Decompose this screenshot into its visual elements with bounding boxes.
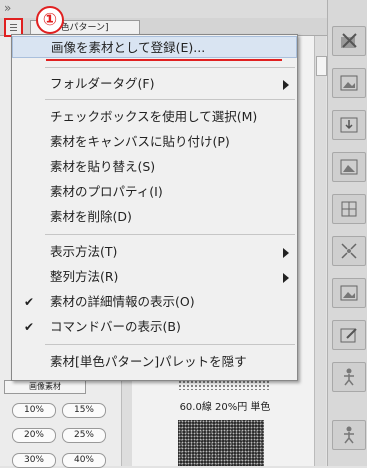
image-icon[interactable] <box>332 152 366 182</box>
menu-item-replace[interactable]: 素材を貼り替え(S) <box>12 156 297 178</box>
preview-caption: 60.0線 20%円 単色 <box>179 402 271 413</box>
menu-item-properties[interactable]: 素材のプロパティ(I) <box>12 181 297 203</box>
menu-lines-icon <box>10 24 17 25</box>
menu-item-label: 表示方法(T) <box>50 244 118 259</box>
submenu-arrow-icon <box>283 248 289 258</box>
menu-item-label: チェックボックスを使用して選択(M) <box>50 109 258 124</box>
pill-20[interactable]: 20% <box>12 428 56 443</box>
pattern-preview[interactable] <box>178 420 264 466</box>
preview-scrollbar[interactable] <box>314 36 327 466</box>
image-icon[interactable] <box>332 68 366 98</box>
menu-item-show-details[interactable]: ✔ 素材の詳細情報の表示(O) <box>12 291 297 313</box>
menu-separator <box>45 67 295 68</box>
submenu-arrow-icon <box>283 80 289 90</box>
menu-item-label: 整列方法(R) <box>50 269 119 284</box>
submenu-arrow-icon <box>283 273 289 283</box>
menu-item-register-image[interactable]: 画像を素材として登録(E)... <box>12 36 297 58</box>
edit-icon[interactable] <box>332 320 366 350</box>
menu-item-label: 素材を貼り替え(S) <box>50 159 156 174</box>
menu-item-label: 素材[単色パターン]パレットを隠す <box>50 354 247 369</box>
pill-25[interactable]: 25% <box>62 428 106 443</box>
menu-item-label: 素材のプロパティ(I) <box>50 184 163 199</box>
scroll-thumb[interactable] <box>316 56 327 76</box>
menu-item-display-method[interactable]: 表示方法(T) <box>12 241 297 263</box>
image-icon[interactable] <box>332 278 366 308</box>
tool-strip <box>327 0 367 466</box>
image-download-icon[interactable] <box>332 110 366 140</box>
menu-item-label: 素材を削除(D) <box>50 209 132 224</box>
list-header: 画像素材 <box>4 380 86 394</box>
step-badge: ① <box>36 6 64 34</box>
close-x-icon[interactable] <box>332 26 366 56</box>
menu-item-delete[interactable]: 素材を削除(D) <box>12 206 297 228</box>
pill-15[interactable]: 15% <box>62 403 106 418</box>
menu-item-paste-canvas[interactable]: 素材をキャンバスに貼り付け(P) <box>12 131 297 153</box>
figure-icon[interactable] <box>332 420 366 450</box>
menu-item-label: コマンドバーの表示(B) <box>50 319 181 334</box>
menu-item-label: フォルダータグ(F) <box>50 76 155 91</box>
scatter-icon[interactable] <box>332 236 366 266</box>
checkmark-icon: ✔ <box>24 320 35 334</box>
highlight-underline <box>46 59 282 61</box>
menu-item-show-command-bar[interactable]: ✔ コマンドバーの表示(B) <box>12 316 297 338</box>
menu-line <box>10 27 17 28</box>
menu-item-select-checkbox[interactable]: チェックボックスを使用して選択(M) <box>12 106 297 128</box>
menu-item-label: 画像を素材として登録(E)... <box>51 40 206 55</box>
figure-icon[interactable] <box>332 362 366 392</box>
pattern-thumbnail[interactable] <box>178 380 270 390</box>
menu-item-hide-palette[interactable]: 素材[単色パターン]パレットを隠す <box>12 351 297 373</box>
menu-line <box>10 30 17 31</box>
menu-item-sort-method[interactable]: 整列方法(R) <box>12 266 297 288</box>
palette-dropdown-menu: 画像を素材として登録(E)... フォルダータグ(F) チェックボックスを使用し… <box>11 34 298 381</box>
menu-item-label: 素材の詳細情報の表示(O) <box>50 294 195 309</box>
collapse-left-icon[interactable]: » <box>4 0 11 16</box>
menu-separator <box>45 344 295 345</box>
menu-item-folder-tag[interactable]: フォルダータグ(F) <box>12 73 297 95</box>
pill-10[interactable]: 10% <box>12 403 56 418</box>
grid-icon[interactable] <box>332 194 366 224</box>
checkmark-icon: ✔ <box>24 295 35 309</box>
menu-separator <box>45 234 295 235</box>
menu-item-label: 素材をキャンバスに貼り付け(P) <box>50 134 230 149</box>
menu-separator <box>45 99 295 100</box>
